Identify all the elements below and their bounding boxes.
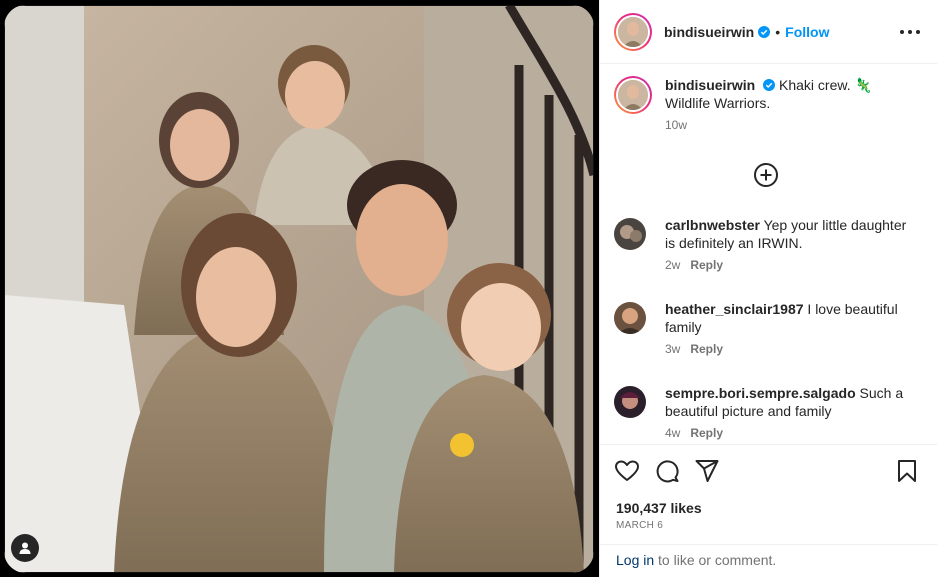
post-photo[interactable] — [4, 5, 594, 573]
login-link[interactable]: Log in — [616, 552, 654, 568]
plus-circle-icon[interactable] — [753, 162, 779, 188]
comments-panel[interactable]: bindisueirwin Khaki crew. 🦎 Wildlife War… — [600, 64, 937, 445]
commenter-avatar[interactable] — [614, 218, 646, 250]
caption-avatar[interactable] — [614, 76, 652, 114]
bookmark-icon[interactable] — [894, 458, 920, 484]
comment-item: carlbnwebster Yep your little daughter i… — [614, 216, 915, 272]
comment-item: sempre.bori.sempre.salgado Such a beauti… — [614, 384, 915, 440]
reply-button[interactable]: Reply — [690, 342, 723, 356]
post-date[interactable]: MARCH 6 — [616, 520, 663, 531]
post-header: bindisueirwin • Follow — [600, 0, 937, 64]
post-modal: bindisueirwin • Follow bindisueirwin Kha… — [0, 0, 937, 577]
likes-count[interactable]: 190,437 likes — [616, 500, 702, 516]
avatar-image — [618, 16, 648, 47]
commenter-avatar[interactable] — [614, 386, 646, 418]
comment-time: 3w — [665, 342, 681, 356]
comment-username[interactable]: heather_sinclair1987 — [665, 301, 804, 317]
avatar[interactable] — [614, 12, 652, 51]
reply-button[interactable]: Reply — [690, 258, 723, 272]
commenter-avatar[interactable] — [614, 302, 646, 334]
comment-time: 4w — [665, 426, 681, 440]
avatar-image — [618, 80, 648, 110]
post-media[interactable] — [0, 0, 599, 577]
header-username[interactable]: bindisueirwin — [664, 24, 754, 40]
caption-text-line2: Wildlife Warriors. — [665, 95, 771, 111]
more-options-icon[interactable] — [900, 24, 920, 40]
paper-plane-icon[interactable] — [694, 458, 720, 484]
login-prompt-text: to like or comment. — [654, 552, 777, 568]
comment-bubble-icon[interactable] — [654, 458, 680, 484]
post-sidebar: bindisueirwin • Follow bindisueirwin Kha… — [599, 0, 937, 577]
login-prompt: Log in to like or comment. — [616, 552, 776, 568]
caption-text: Khaki crew. 🦎 — [779, 77, 872, 93]
comment-username[interactable]: sempre.bori.sempre.salgado — [665, 385, 856, 401]
verified-badge-icon — [758, 25, 771, 38]
comment-username[interactable]: carlbnwebster — [665, 217, 760, 233]
comment-time: 2w — [665, 258, 681, 272]
follow-button[interactable]: Follow — [785, 24, 829, 40]
comment-item: heather_sinclair1987 I love beautiful fa… — [614, 300, 915, 356]
caption-time[interactable]: 10w — [665, 118, 930, 132]
post-actions: 190,437 likes MARCH 6 — [600, 445, 937, 545]
heart-icon[interactable] — [614, 458, 640, 484]
reply-button[interactable]: Reply — [690, 426, 723, 440]
caption-username[interactable]: bindisueirwin — [665, 77, 755, 93]
verified-badge-icon — [763, 79, 776, 91]
post-caption: bindisueirwin Khaki crew. 🦎 Wildlife War… — [614, 76, 930, 132]
separator-dot: • — [775, 23, 781, 40]
user-tag-icon[interactable] — [11, 534, 39, 562]
family-photo-image — [4, 5, 594, 573]
